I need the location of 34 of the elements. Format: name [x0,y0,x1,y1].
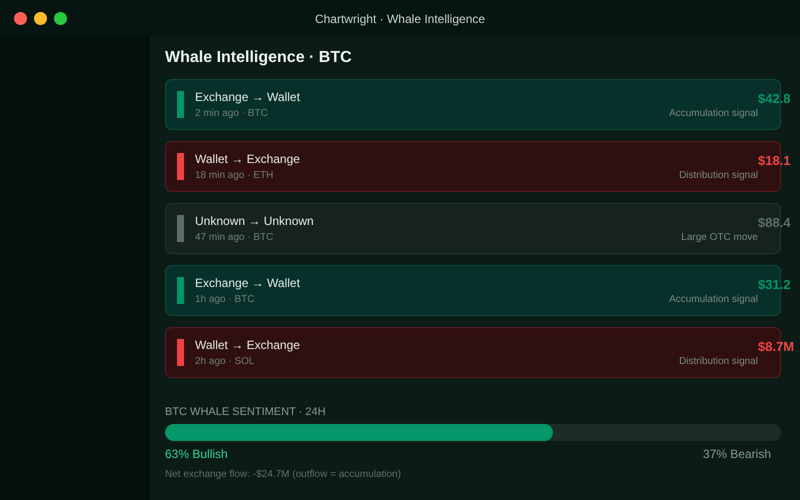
signal-label: Large OTC move [681,232,758,243]
page-heading: Whale Intelligence · BTC [165,49,353,67]
maximize-icon[interactable] [54,12,67,25]
transfer-meta: 1h ago · BTC [195,294,256,305]
transfer-amount: $88.4 [758,215,792,230]
signal-label: Distribution signal [679,170,758,181]
transfer-amount: $31.2 [758,277,792,292]
transfer-route: Wallet → Exchange [195,152,301,166]
window-title: Chartwright · Whale Intelligence [314,12,486,26]
transfer-meta: 2h ago · SOL [195,356,256,367]
transfer-route: Wallet → Exchange [195,338,301,352]
transfer-meta: 2 min ago · BTC [195,108,269,119]
close-icon[interactable] [14,12,27,25]
transfer-route: Exchange → Wallet [195,90,301,104]
bearish-share: 37% Bearish [702,447,771,461]
minimize-icon[interactable] [34,12,47,25]
flow-indicator [177,277,184,304]
sentiment-label: BTC WHALE SENTIMENT · 24H [165,406,327,418]
transfer-route: Unknown → Unknown [195,214,315,228]
bullish-share: 63% Bullish [165,447,228,461]
transfer-meta: 47 min ago · BTC [195,232,274,243]
flow-indicator [177,91,184,118]
transfer-amount: $18.1 [758,153,792,168]
flow-indicator [177,339,184,366]
transfer-meta: 18 min ago · ETH [195,170,274,181]
signal-label: Accumulation signal [669,294,758,305]
transfer-route: Exchange → Wallet [195,276,301,290]
transfer-amount: $42.8 [758,91,792,106]
flow-indicator [177,153,184,180]
signal-label: Accumulation signal [669,108,758,119]
flow-indicator [177,215,184,242]
signal-label: Distribution signal [679,356,758,367]
transfer-amount: $8.7M [758,339,796,354]
flow-note: Net exchange flow: -$24.7M (outflow = accumulation) [165,469,402,480]
